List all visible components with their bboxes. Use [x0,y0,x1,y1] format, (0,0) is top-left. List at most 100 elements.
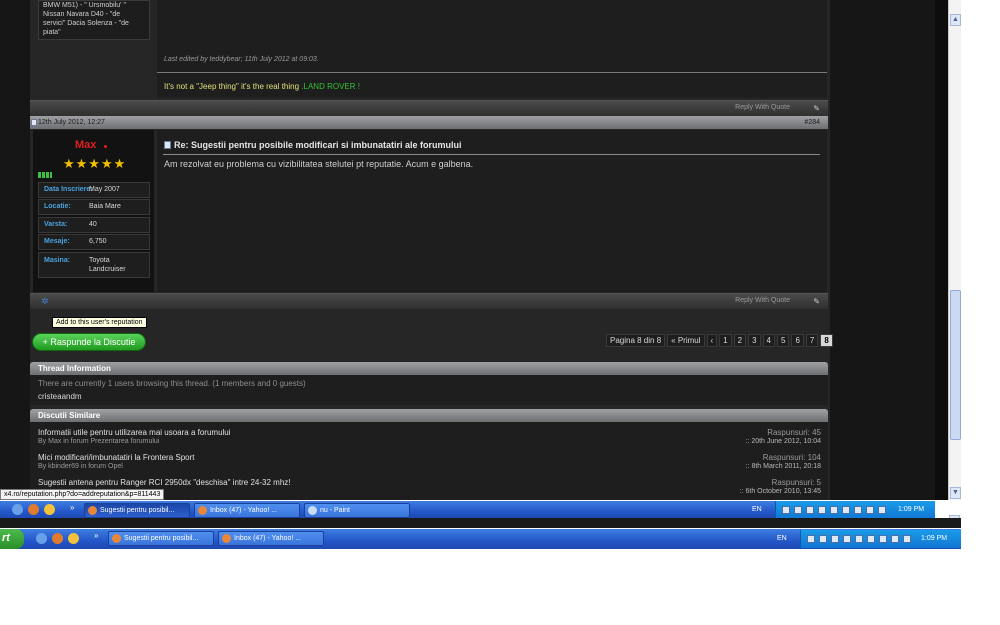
quicklaunch-chevron-icon[interactable]: » [70,503,74,512]
info-key: Data Inscriere: [44,186,93,193]
rank-stars: ★★★★★ [63,156,127,171]
info-posts: Mesaje: 6,750 [38,234,150,250]
tray-icon[interactable] [903,535,911,543]
tray-icon[interactable] [794,506,802,514]
signature-divider [157,72,827,73]
info-value: 6,750 [89,238,107,245]
browsing-member-link[interactable]: cristeaandm [38,392,82,401]
similar-thread-link[interactable]: Informatii utile pentru utilizarea mai u… [38,428,231,437]
post-date: 12th July 2012, 12:27 [38,119,105,126]
multiquote-icon[interactable]: ✎ [813,104,820,113]
taskbar-clock[interactable]: 1:09 PM [898,506,924,513]
similar-thread-link[interactable]: Mici modificari/imbunatatiri la Frontera… [38,453,195,462]
quicklaunch-firefox-icon[interactable] [52,533,63,544]
page-link-7[interactable]: 7 [805,334,819,347]
firefox-icon [222,534,231,543]
firefox-icon [112,534,121,543]
tray-icon[interactable] [854,506,862,514]
info-car: Masina: Toyota Landcruiser [38,252,150,278]
tray-icon[interactable] [806,506,814,514]
taskbar-button-firefox[interactable]: Sugestii pentru posibil... [108,531,214,546]
quicklaunch-chevron-icon[interactable]: » [94,531,98,540]
tray-icon[interactable] [878,506,886,514]
language-indicator[interactable]: EN [752,506,762,513]
page-link-5[interactable]: 5 [776,334,790,347]
taskbar-clock[interactable]: 1:09 PM [921,535,947,542]
page-label[interactable]: Pagina 8 din 8 [606,334,666,347]
user-signature-box: BMW M51) - " Ursmobilu' " Nissan Navara … [38,0,150,40]
post-title: Re: Sugestii pentru posibile modificari … [164,140,462,150]
tray-icon[interactable] [879,535,887,543]
reply-with-quote-link[interactable]: Reply With Quote [735,104,790,111]
thread-info-header: Thread Information [30,362,828,375]
tray-icon[interactable] [819,535,827,543]
tray-icon[interactable] [843,535,851,543]
taskbar-button-label: Sugestii pentru posibil... [100,507,175,514]
taskbar-button-label: nu - Paint [320,507,350,514]
similar-thread-meta: By kbinder69 in forum Opel [38,463,123,470]
similar-thread-date: :: 8th March 2011, 20:18 [745,463,821,470]
tray-icon[interactable] [855,535,863,543]
tray-icon[interactable] [842,506,850,514]
page-link-3[interactable]: 3 [748,334,761,347]
page-link-2[interactable]: 2 [733,334,747,347]
tray-icon[interactable] [891,535,899,543]
tray-icon[interactable] [830,506,838,514]
quicklaunch-desktop-icon[interactable] [12,504,23,515]
reputation-bars [38,172,52,178]
taskbar-button-label: Inbox (47) - Yahoo! ... [210,507,278,514]
prev-page-link[interactable]: ‹ [706,334,718,347]
start-button[interactable]: rt [0,529,24,549]
taskbar-gap [0,518,961,528]
reputation-tooltip: Add to this user's reputation [52,317,147,328]
tray-icon[interactable] [867,535,875,543]
similar-threads-header: Discutii Similare [30,409,828,422]
language-indicator[interactable]: EN [777,535,787,542]
page-current-8: 8 [820,334,833,347]
online-status-icon [104,145,107,148]
first-page-link[interactable]: « Primul [667,334,705,347]
firefox-icon [88,506,97,515]
post-signature: It's not a "Jeep thing" it's the real th… [164,82,360,91]
username-link[interactable]: Max [75,139,96,151]
info-key: Masina: [44,257,71,264]
tray-icon[interactable] [818,506,826,514]
multiquote-icon[interactable]: ✎ [813,297,820,306]
screenshot: BMW M51) - " Ursmobilu' " Nissan Navara … [0,0,1000,625]
tray-icon[interactable] [807,535,815,543]
post-icon [31,119,37,126]
info-value: 40 [89,221,97,228]
page-link-1[interactable]: 1 [719,334,732,347]
paint-icon [308,506,317,515]
post-number-link[interactable]: #284 [804,116,820,129]
page-link-6[interactable]: 6 [791,334,804,347]
tray-icon[interactable] [831,535,839,543]
page-link-4[interactable]: 4 [762,334,775,347]
taskbar-button-yahoo[interactable]: Inbox (47) - Yahoo! ... [194,503,300,518]
info-value: May 2007 [89,186,120,193]
taskbar-button-firefox[interactable]: Sugestii pentru posibil... [84,503,190,518]
quicklaunch-desktop-icon[interactable] [36,533,47,544]
info-value: Toyota Landcruiser [89,257,126,273]
similar-thread-replies: Raspunsuri: 104 [762,453,821,462]
right-dark-margin [935,0,948,500]
signature-brand: .LAND ROVER ! [301,82,360,91]
taskbar-button-yahoo[interactable]: Inbox (47) - Yahoo! ... [218,531,324,546]
outer-scrollbar[interactable]: ▼ [948,0,961,528]
quicklaunch-firefox-icon[interactable] [28,504,39,515]
reply-with-quote-link[interactable]: Reply With Quote [735,297,790,304]
add-reputation-icon[interactable]: ✲ [41,296,49,307]
quicklaunch-messenger-icon[interactable] [68,533,79,544]
info-join-date: Data Inscriere: May 2007 [38,182,150,198]
tray-icon[interactable] [782,506,790,514]
info-key: Mesaje: [44,238,70,245]
status-bar-url: x4.ro/reputation.php?do=addreputation&p=… [0,489,165,500]
browsing-count: There are currently 1 users browsing thi… [38,379,306,388]
quicklaunch-messenger-icon[interactable] [44,504,55,515]
reply-to-thread-button[interactable]: + Raspunde la Discutie [32,333,146,351]
taskbar-button-paint[interactable]: nu - Paint [304,503,410,518]
taskbar-button-label: Sugestii pentru posibil... [124,535,199,542]
similar-thread-link[interactable]: Sugestii antena pentru Ranger RCI 2950dx… [38,478,291,487]
tray-icon[interactable] [866,506,874,514]
info-value: Baia Mare [89,203,121,210]
